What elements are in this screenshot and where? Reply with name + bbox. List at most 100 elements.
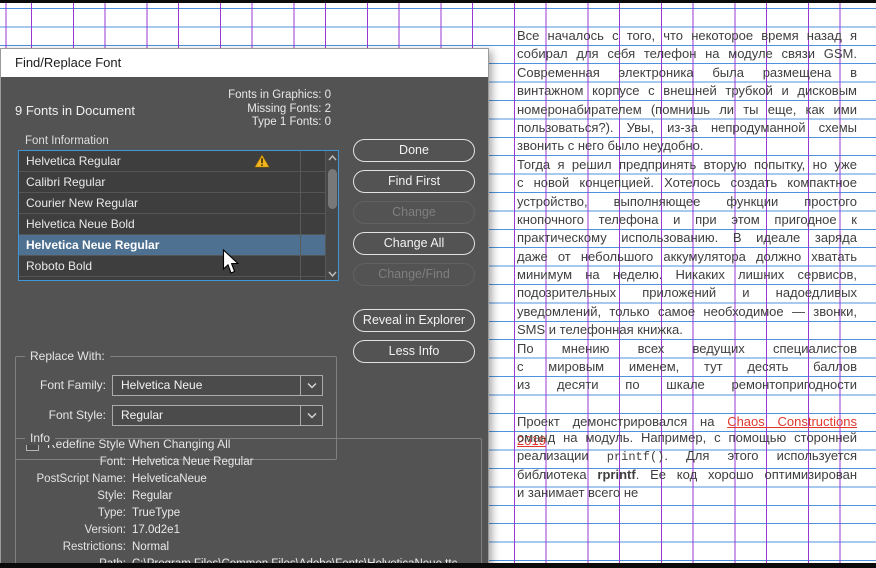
info-label: Restrictions:: [62, 541, 126, 553]
bottom-edge-bar: [0, 563, 876, 568]
font-list-scrollbar[interactable]: [325, 151, 338, 280]
font-row-label: Calibri Regular: [26, 175, 106, 189]
text-span: реализации: [517, 448, 607, 464]
info-group: Info Font: Helvetica Neue Regular PostSc…: [15, 431, 482, 568]
text-line: и занимает всего не: [517, 485, 639, 501]
change-all-button[interactable]: Change All: [353, 232, 475, 255]
chevron-down-icon[interactable]: [300, 406, 322, 425]
info-value: Helvetica Neue Regular: [132, 456, 254, 468]
dialog-titlebar[interactable]: Find/Replace Font: [1, 49, 488, 77]
scrollbar-thumb[interactable]: [328, 169, 337, 209]
stat-fonts-in-graphics: Fonts in Graphics: 0: [228, 89, 331, 101]
text-line: практическому использованию. В идеале за…: [517, 230, 857, 246]
text-line-empty: [517, 395, 857, 413]
text-line: SMS и телефонная книжка.: [517, 322, 683, 338]
font-list: Helvetica Regular Calibri Regular Courie…: [18, 150, 339, 281]
top-edge-bar: [0, 0, 876, 3]
info-row-type: Type: TrueType: [16, 505, 481, 522]
text-line: с новой концепцией. Хотелось создать ком…: [517, 175, 857, 191]
text-line: номеронабирателем (помнишь ли ты еще, ка…: [517, 101, 857, 117]
text-line: Современная электроника была размещена в: [517, 64, 857, 80]
text-line: устройство, выполняющее функции простого: [517, 193, 857, 209]
text-frame-main: Все началось с того, что некоторое время…: [517, 27, 857, 450]
text-line: из десяти по шкале ремонтопригодности: [517, 377, 857, 393]
reveal-in-explorer-button[interactable]: Reveal in Explorer: [353, 309, 475, 332]
info-label: Version:: [84, 524, 126, 536]
scroll-down-icon[interactable]: [326, 267, 339, 280]
info-row-font: Font: Helvetica Neue Regular: [16, 454, 481, 471]
change-button[interactable]: Change: [353, 201, 475, 224]
text-line: По мнению всех ведущих специалистов: [517, 340, 857, 356]
font-family-dropdown[interactable]: Helvetica Neue: [112, 375, 323, 396]
font-row-label: Helvetica Neue Regular: [26, 238, 160, 252]
info-label: Font:: [99, 456, 126, 468]
done-button[interactable]: Done: [353, 139, 475, 162]
info-row-style: Style: Regular: [16, 488, 481, 505]
font-row-label: Helvetica Neue Bold: [26, 217, 135, 231]
font-stats: Fonts in Graphics: 0 Missing Fonts: 2 Ty…: [1, 89, 331, 130]
text-span: . Ее код хорошо оптимизирован: [635, 466, 857, 482]
info-row-version: Version: 17.0d2e1: [16, 522, 481, 539]
text-line: оманд на модуль. Например, с помощью сто…: [517, 430, 857, 445]
info-value: 17.0d2e1: [132, 524, 180, 536]
info-legend: Info: [25, 431, 56, 445]
info-row-postscript: PostScript Name: HelveticaNeue: [16, 471, 481, 488]
text-line: собирал для себя телефон на модуле связи…: [517, 46, 857, 62]
font-family-label: Font Family:: [39, 378, 106, 392]
font-row-helvetica-neue-regular-selected[interactable]: Helvetica Neue Regular: [19, 235, 326, 256]
hyperlink-chaos-constructions[interactable]: Chaos Constructions: [727, 414, 857, 429]
font-style-value: Regular: [121, 408, 164, 422]
info-value: TrueType: [132, 507, 181, 519]
text-line: с мировым именем, тут десять баллов: [517, 359, 857, 375]
font-row-helvetica-regular[interactable]: Helvetica Regular: [19, 151, 326, 172]
text-line: минимум на неделю. Никаких лишних сервис…: [517, 267, 857, 283]
info-label: Style:: [97, 490, 126, 502]
text-line: винтажном корпусе с внешней трубкой и ди…: [517, 83, 857, 99]
text-line: пользоваться?). Увы, из-за непродуманной…: [517, 119, 857, 135]
font-style-label: Font Style:: [48, 408, 106, 422]
info-value: HelveticaNeue: [132, 473, 207, 485]
font-row-courier-new-regular[interactable]: Courier New Regular: [19, 193, 326, 214]
chevron-down-icon[interactable]: [300, 376, 322, 395]
find-first-button[interactable]: Find First: [353, 170, 475, 193]
text-frame-bottom: оманд на модуль. Например, с помощью сто…: [517, 429, 857, 503]
missing-font-warning-icon: [254, 154, 270, 174]
replace-with-legend: Replace With:: [25, 349, 110, 363]
font-family-value: Helvetica Neue: [121, 378, 203, 392]
text-line: подозрительных приложений и надоедливых: [517, 285, 857, 301]
dialog-title: Find/Replace Font: [15, 55, 122, 70]
font-row-label: Roboto Bold: [26, 259, 93, 273]
text-span: библиотека: [517, 466, 598, 482]
font-row-label: Helvetica Regular: [26, 154, 121, 168]
text-line: звонить с него было неудобно.: [517, 138, 704, 154]
info-label: PostScript Name:: [36, 473, 126, 485]
less-info-button[interactable]: Less Info: [353, 340, 475, 363]
text-line: даже от небольшого аккумулятора должно х…: [517, 248, 857, 264]
find-replace-font-dialog: Find/Replace Font 9 Fonts in Document Fo…: [0, 48, 489, 568]
mouse-cursor-icon: [222, 248, 240, 281]
font-row-label: Courier New Regular: [26, 196, 139, 210]
font-row-roboto-bold[interactable]: Roboto Bold: [19, 256, 326, 277]
text-line: Тогда я решил предпринять вторую попытку…: [517, 156, 857, 172]
bold-span-rprintf: rprintf: [597, 466, 636, 482]
font-row-calibri-regular[interactable]: Calibri Regular: [19, 172, 326, 193]
text-line: библиотека rprintf. Ее код хорошо оптими…: [517, 466, 857, 484]
font-row-helvetica-neue-bold[interactable]: Helvetica Neue Bold: [19, 214, 326, 235]
text-line: кнопочного телефона и при этом пригодное…: [517, 211, 857, 227]
info-row-restrictions: Restrictions: Normal: [16, 539, 481, 556]
list-column-divider: [300, 151, 301, 280]
stat-missing-fonts: Missing Fonts: 2: [247, 102, 331, 115]
code-span-printf: printf(): [606, 450, 665, 465]
font-information-label: Font Information: [25, 135, 109, 147]
text-line: реализации printf(). Для этого используе…: [517, 447, 857, 465]
text-line: Все началось с того, что некоторое время…: [517, 28, 857, 43]
link-prefix-text: Проект демонстрировался на: [517, 414, 728, 430]
info-value: Normal: [132, 541, 170, 553]
stat-type1-fonts: Type 1 Fonts: 0: [251, 116, 331, 128]
scroll-up-icon[interactable]: [326, 151, 339, 164]
text-line: уведомлений, только самое необходимое — …: [517, 303, 857, 319]
change-find-button[interactable]: Change/Find: [353, 263, 475, 286]
font-style-dropdown[interactable]: Regular: [112, 405, 323, 426]
text-span: . Для этого используется: [664, 448, 857, 464]
info-value: Regular: [132, 490, 173, 502]
